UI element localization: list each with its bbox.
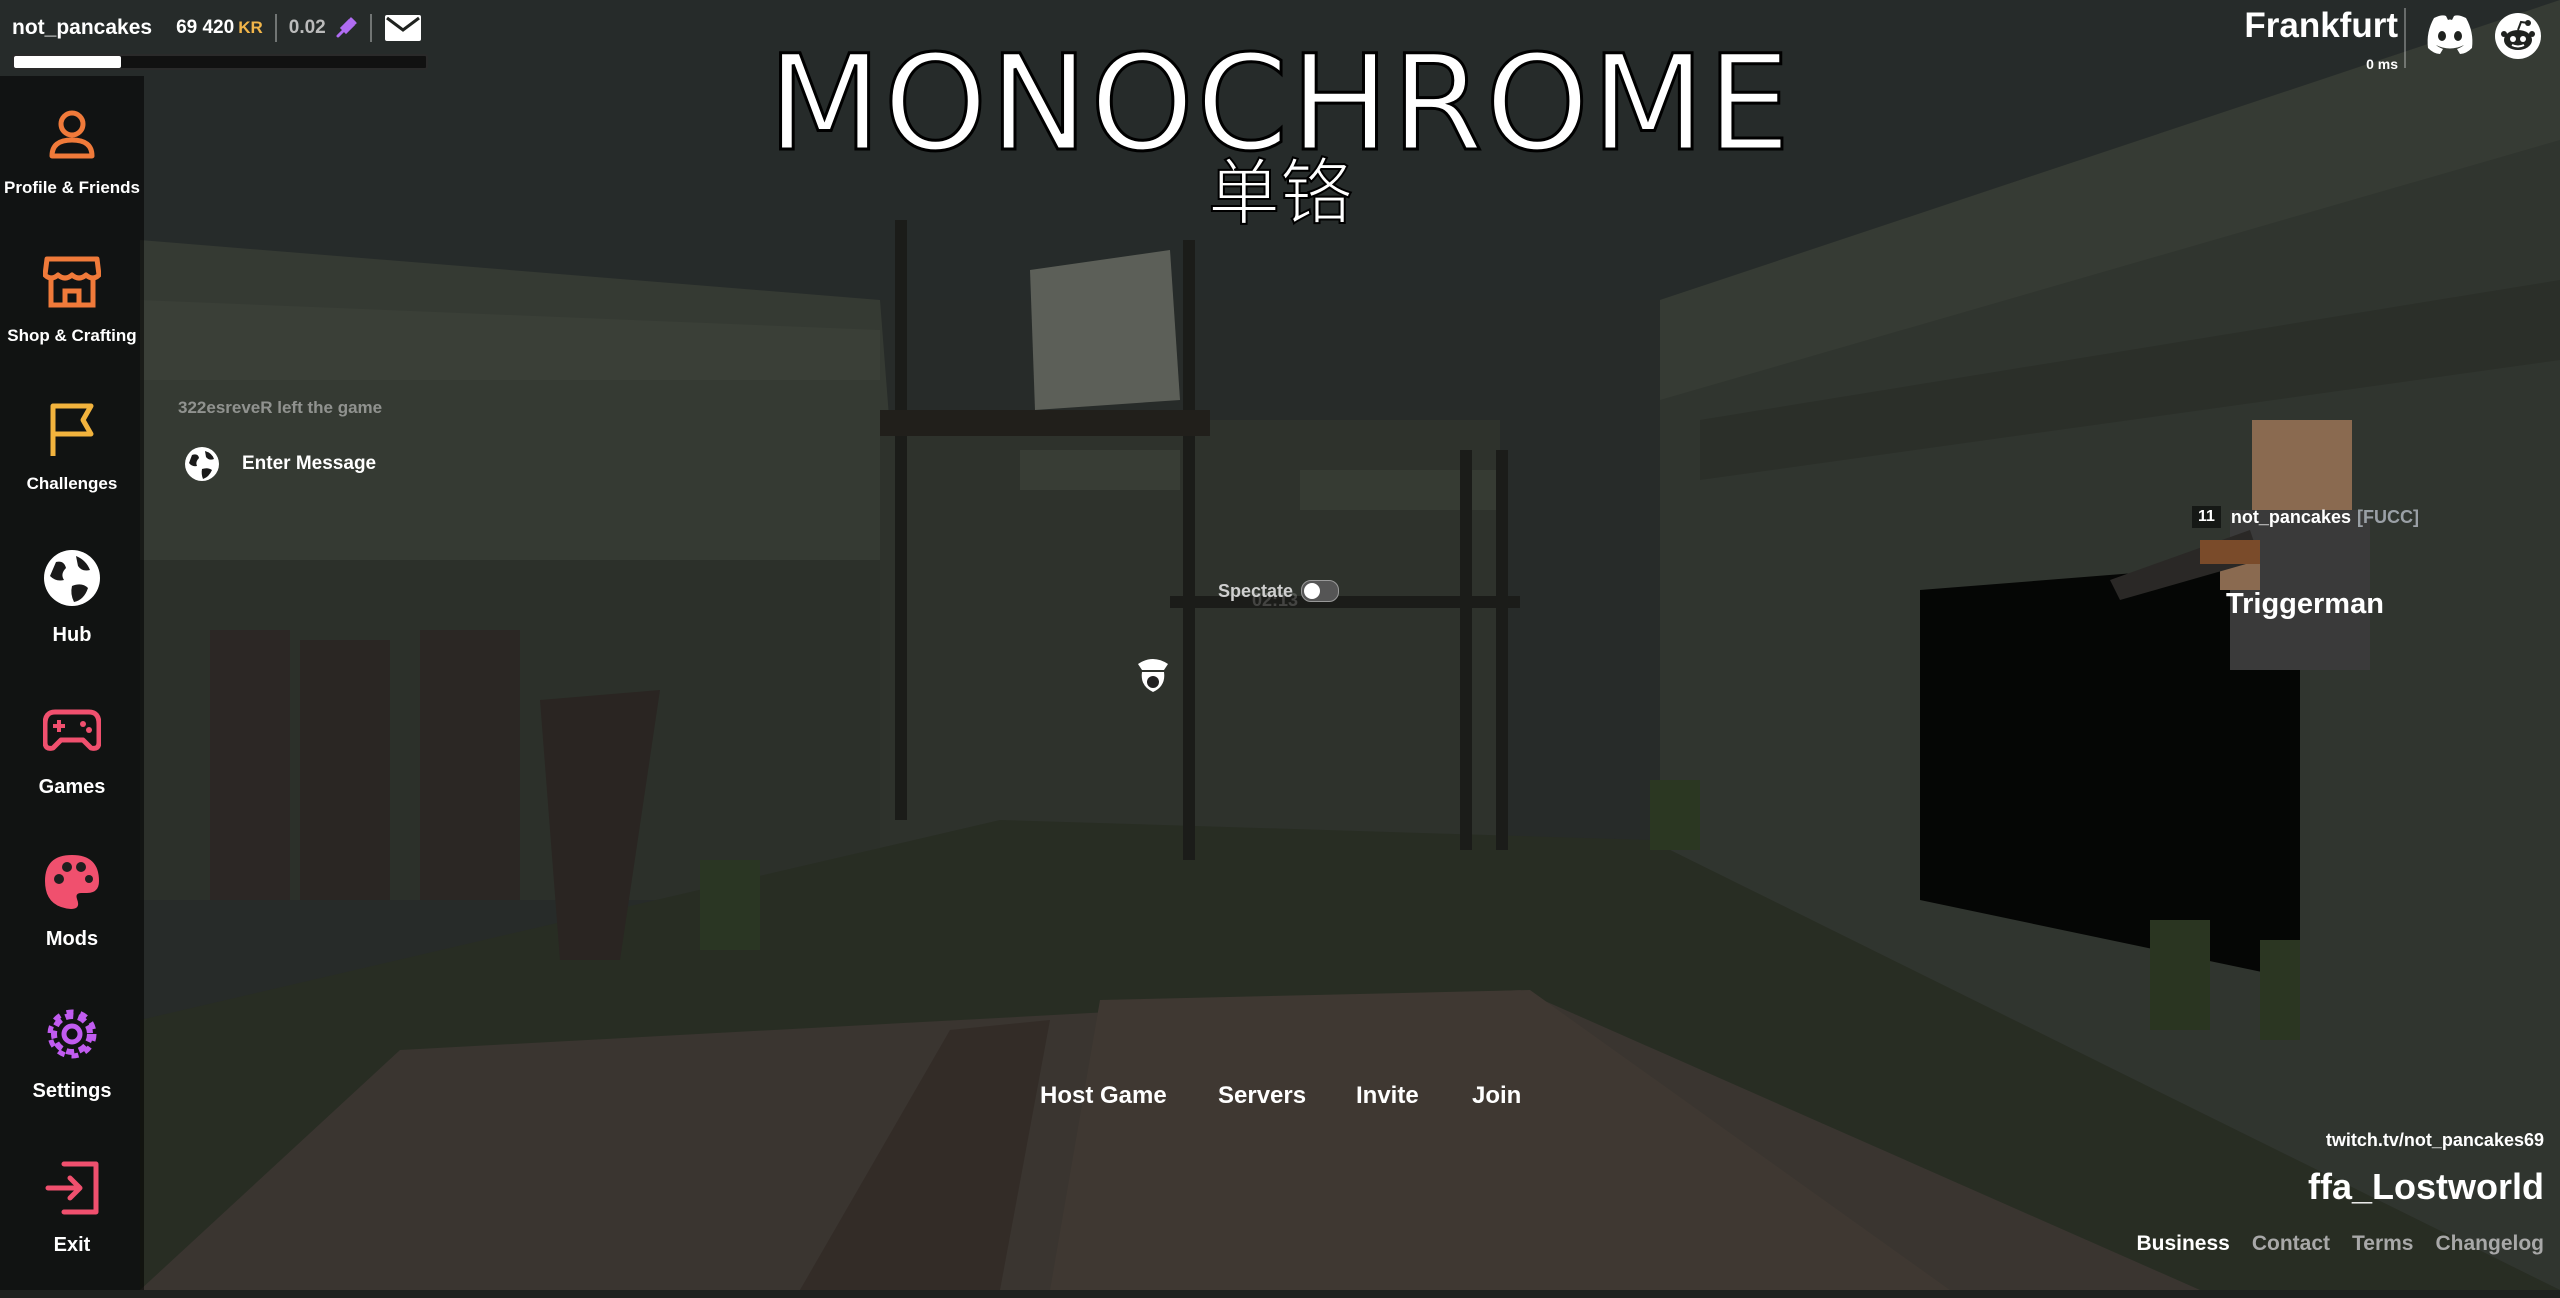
business-link[interactable]: Business xyxy=(2136,1232,2229,1256)
sidebar-item-label: Games xyxy=(38,776,106,798)
spectate-label: Spectate xyxy=(1218,580,1294,601)
player-class-name[interactable]: Triggerman xyxy=(2226,588,2384,621)
class-icon xyxy=(1134,654,1172,699)
sidebar-item-label: Shop & Crafting xyxy=(7,326,137,345)
exit-icon xyxy=(42,1158,102,1218)
changelog-link[interactable]: Changelog xyxy=(2436,1232,2545,1256)
kr-amount: 69 420 xyxy=(176,17,235,38)
chat-input-placeholder[interactable]: Enter Message xyxy=(242,453,376,475)
footer-links: Business Contact Terms Changelog xyxy=(2136,1232,2544,1256)
sidebar-item-label: Exit xyxy=(53,1234,91,1256)
sidebar-item-shop[interactable]: Shop & Crafting xyxy=(0,252,144,392)
player-name: not_pancakes xyxy=(2230,506,2351,527)
host-game-button[interactable]: Host Game xyxy=(1040,1082,1167,1110)
chat-message: 322esreveR left the game xyxy=(178,398,383,417)
shop-icon xyxy=(42,252,102,312)
sidebar-item-label: Hub xyxy=(52,624,92,646)
discord-icon[interactable] xyxy=(2424,12,2476,61)
sidebar-item-challenges[interactable]: Challenges xyxy=(0,400,144,540)
server-region[interactable]: Frankfurt xyxy=(2244,6,2398,46)
username[interactable]: not_pancakes xyxy=(12,16,152,40)
player-clan: [FUCC] xyxy=(2356,506,2419,527)
sidebar-item-mods[interactable]: Mods xyxy=(0,852,144,992)
toggle-knob xyxy=(1304,583,1321,599)
servers-button[interactable]: Servers xyxy=(1218,1082,1306,1110)
contact-link[interactable]: Contact xyxy=(2252,1232,2330,1256)
player-nametag: 11 not_pancakes [FUCC] xyxy=(2192,506,2419,528)
twitch-link[interactable]: twitch.tv/not_pancakes69 xyxy=(2326,1130,2544,1151)
sidebar-item-label: Mods xyxy=(45,928,99,950)
sidebar-item-label: Settings xyxy=(32,1080,112,1102)
join-button[interactable]: Join xyxy=(1472,1082,1521,1110)
server-ping: 0 ms xyxy=(2366,56,2398,72)
palette-icon xyxy=(42,852,102,912)
sidebar-item-games[interactable]: Games xyxy=(0,700,144,840)
sidebar-item-exit[interactable]: Exit xyxy=(0,1158,144,1298)
chat-input[interactable]: Enter Message xyxy=(184,446,376,482)
reddit-icon[interactable] xyxy=(2494,12,2542,65)
sidebar: Profile & Friends Shop & Crafting Challe… xyxy=(0,76,144,1290)
flag-icon xyxy=(42,400,102,460)
secondary-currency[interactable]: 0.02 xyxy=(289,17,326,39)
syringe-icon xyxy=(334,16,358,40)
spectate-control[interactable]: Spectate xyxy=(1218,580,1340,602)
invite-button[interactable]: Invite xyxy=(1356,1082,1419,1110)
terms-link[interactable]: Terms xyxy=(2352,1232,2413,1256)
top-right-divider xyxy=(2404,8,2406,68)
spectate-toggle[interactable] xyxy=(1301,580,1340,602)
gamepad-icon xyxy=(42,700,102,760)
gear-icon xyxy=(42,1004,102,1064)
map-name: ffa_Lostworld xyxy=(2307,1166,2544,1207)
player-level: 11 xyxy=(2192,506,2221,528)
mode-subtitle: 单铬 xyxy=(1207,154,1353,234)
sidebar-item-settings[interactable]: Settings xyxy=(0,1004,144,1144)
globe-icon[interactable] xyxy=(184,446,220,482)
globe-icon xyxy=(42,548,102,608)
kr-balance[interactable]: 69 420 KR xyxy=(176,17,263,39)
sidebar-item-hub[interactable]: Hub xyxy=(0,548,144,688)
sidebar-item-label: Challenges xyxy=(26,474,118,493)
mode-title: MONOCHROME xyxy=(766,27,1793,181)
kr-unit: KR xyxy=(238,18,263,37)
